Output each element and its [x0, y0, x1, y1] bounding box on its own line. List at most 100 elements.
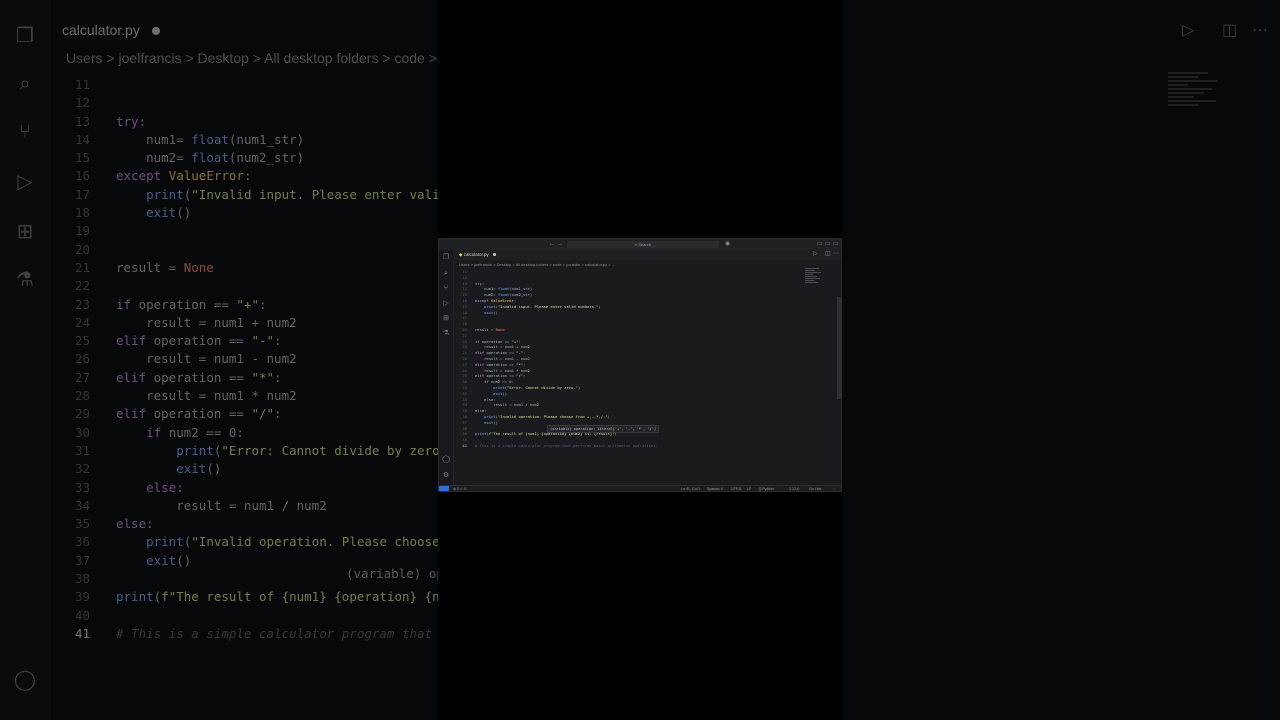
- code-line: 24 result = num1 + num2: [0, 314, 440, 332]
- line-text: if operation == "+":: [116, 296, 267, 312]
- code-line: 12: [0, 94, 440, 112]
- back-arrow-icon[interactable]: ←: [549, 240, 555, 249]
- split-editor-icon[interactable]: ◫: [825, 250, 831, 259]
- line-text: elif operation == "-":: [116, 333, 282, 349]
- cursor-position[interactable]: Ln 41, Col 1: [681, 486, 700, 491]
- crumb-item[interactable]: calculator.py: [585, 262, 607, 267]
- layout-customize-icon[interactable]: ▭: [833, 240, 839, 249]
- explorer-icon[interactable]: ❐: [442, 254, 450, 262]
- crumb-item[interactable]: Users: [459, 262, 469, 267]
- copilot-icon[interactable]: ◉: [725, 240, 730, 249]
- vscode-window: ← → ⌕ Search ◉ ▭ ▭ ▭ ❐ ⌕ ⑂ ▷ ⊞ ⚗ ◯ ⚙ ◆ c…: [438, 238, 842, 492]
- code-line: 41 # This is a simple calculator program …: [453, 443, 813, 449]
- run-debug-icon[interactable]: ▷: [442, 300, 450, 308]
- testing-icon[interactable]: ⚗: [442, 330, 450, 338]
- python-version[interactable]: 3.12.6: [789, 486, 799, 491]
- language-mode[interactable]: {} Python: [759, 486, 774, 491]
- more-icon[interactable]: ⋯: [833, 250, 839, 259]
- code-line: 32 exit(): [0, 460, 440, 478]
- code-line: 15 num2= float(num2_str): [0, 149, 440, 167]
- search-label: Search: [638, 242, 652, 247]
- line-number: 30: [74, 424, 90, 440]
- code-line: 30 if num2 == 0:: [0, 424, 440, 442]
- hover-tooltip: (variable) operation: Literal['+', '-', …: [547, 425, 660, 433]
- code-line: 40: [0, 607, 440, 625]
- run-icon: ▷: [1182, 22, 1195, 39]
- line-number: 33: [74, 479, 90, 495]
- encoding[interactable]: UTF-8: [731, 486, 741, 491]
- tab-calculator-py[interactable]: ◆ calculator.py: [459, 250, 496, 260]
- indentation[interactable]: Spaces: 4: [707, 486, 723, 491]
- code-line: 35 else:: [0, 515, 440, 533]
- line-number: 16: [74, 168, 90, 184]
- line-text: result = None: [116, 259, 214, 275]
- settings-gear-icon[interactable]: ⚙: [442, 472, 450, 480]
- python-file-icon: ◆: [459, 252, 463, 257]
- crumb-item[interactable]: code: [553, 262, 562, 267]
- problems-count[interactable]: ⊗ 0 ⚠ 0: [453, 486, 466, 491]
- code-line: 41 # This is a simple calculator program …: [0, 625, 718, 643]
- line-number: 29: [74, 406, 90, 422]
- forward-arrow-icon[interactable]: →: [557, 240, 563, 249]
- code-line: 17 print("Invalid input. Please enter va…: [0, 186, 530, 204]
- line-ending[interactable]: LF: [747, 486, 751, 491]
- more-icon: ⋯: [1252, 22, 1268, 39]
- breadcrumb: Users > joelfrancis > Desktop > All desk…: [459, 262, 616, 267]
- line-text: num1= float(num1_str): [116, 131, 305, 147]
- line-number: 28: [74, 388, 90, 404]
- line-number: 37: [74, 552, 90, 568]
- layout-panel-icon[interactable]: ▭: [825, 240, 831, 249]
- editor-tab-bar: ◆ calculator.py ▷ ◫ ⋯: [453, 250, 841, 260]
- bg-crumb-item: code: [394, 50, 425, 66]
- bg-crumb-item: All desktop folders: [264, 50, 379, 66]
- code-line: 33 else:: [0, 479, 440, 497]
- line-text: result = num1 + num2: [116, 314, 297, 330]
- code-line: 22: [0, 277, 440, 295]
- line-number: 26: [74, 351, 90, 367]
- bg-crumb-item: joelfrancis: [118, 50, 182, 66]
- line-number: 40: [74, 607, 90, 623]
- vertical-scrollbar[interactable]: [837, 297, 841, 399]
- command-search-box[interactable]: ⌕ Search: [567, 241, 719, 248]
- layout-sidebar-icon[interactable]: ▭: [817, 240, 823, 249]
- line-number: 23: [74, 296, 90, 312]
- line-text: try:: [116, 113, 147, 129]
- crumb-item[interactable]: ...: [612, 262, 615, 267]
- remote-indicator-icon[interactable]: [439, 486, 449, 491]
- bg-hover-tooltip: (variable) op: [346, 566, 444, 581]
- activity-bar: ❐ ⌕ ⑂ ▷ ⊞ ⚗ ◯ ⚙: [439, 250, 454, 487]
- line-number: 13: [74, 113, 90, 129]
- line-text: result = num1 / num2: [116, 497, 327, 513]
- crumb-item[interactable]: All desktop folders: [516, 262, 549, 267]
- run-icon[interactable]: ▷: [813, 250, 818, 259]
- line-number: 27: [74, 369, 90, 385]
- crumb-item[interactable]: youtube: [566, 262, 580, 267]
- code-line: 19: [0, 222, 440, 240]
- tab-label: calculator.py: [463, 252, 489, 257]
- bg-code-area: 11 12 13 try: 14 num1= float(num1_str) 15 num…: [0, 76, 718, 643]
- source-control-icon[interactable]: ⑂: [442, 285, 450, 293]
- code-line: 18 exit(): [0, 204, 440, 222]
- account-icon[interactable]: ◯: [442, 456, 450, 464]
- minimap[interactable]: [805, 267, 823, 291]
- code-editor[interactable]: 11 12 13 try: 14 num1= float(num1_str) 15 num…: [453, 269, 813, 449]
- explorer-icon: ❐: [16, 25, 34, 47]
- crumb-item[interactable]: joelfrancis: [474, 262, 492, 267]
- code-line: 21 result = None: [0, 259, 440, 277]
- bg-crumb-item: Users: [66, 50, 103, 66]
- notifications-bell-icon[interactable]: ◌: [833, 486, 835, 491]
- split-editor-icon: ◫: [1222, 22, 1238, 39]
- extensions-icon[interactable]: ⊞: [442, 315, 450, 323]
- crumb-item[interactable]: Desktop: [497, 262, 512, 267]
- account-icon: ◯: [13, 669, 37, 691]
- go-live-button[interactable]: Go Live: [809, 486, 821, 491]
- code-line: 29 elif operation == "/":: [0, 405, 440, 423]
- line-number: 18: [74, 205, 90, 221]
- code-line: 25 elif operation == "-":: [0, 332, 440, 350]
- code-line: 31 print("Error: Cannot divide by zero."…: [0, 442, 462, 460]
- line-number: 38: [74, 571, 90, 587]
- line-number: 11: [74, 77, 90, 92]
- bg-crumb-item: Desktop: [197, 50, 249, 66]
- search-icon[interactable]: ⌕: [442, 270, 450, 278]
- line-number: 19: [74, 223, 90, 239]
